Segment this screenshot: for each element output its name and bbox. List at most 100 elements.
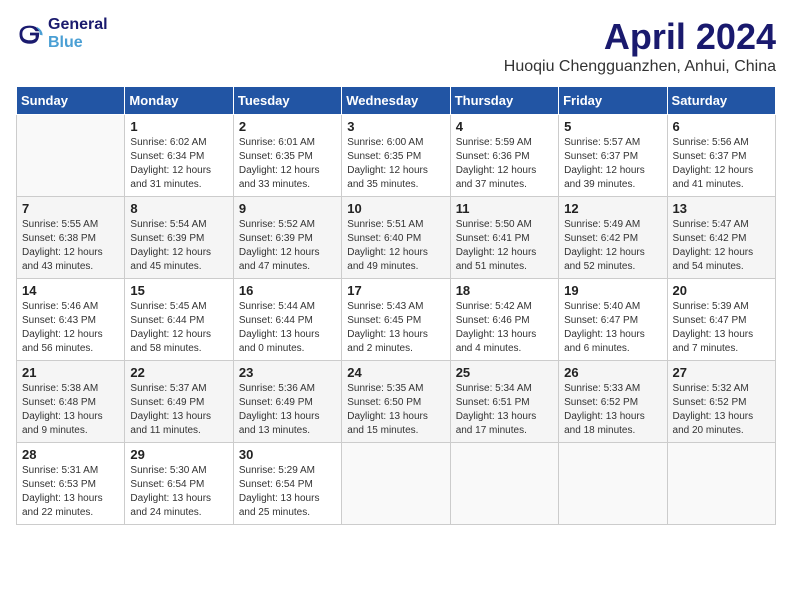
day-info: Sunrise: 5:42 AM Sunset: 6:46 PM Dayligh… (456, 300, 553, 356)
logo: General Blue (16, 16, 108, 52)
column-header-friday: Friday (559, 87, 667, 115)
title-block: April 2024 Huoqiu Chengguanzhen, Anhui, … (504, 16, 776, 76)
day-info: Sunrise: 5:31 AM Sunset: 6:53 PM Dayligh… (22, 464, 119, 520)
day-info: Sunrise: 5:29 AM Sunset: 6:54 PM Dayligh… (239, 464, 336, 520)
day-number: 21 (22, 365, 119, 380)
calendar-header-row: SundayMondayTuesdayWednesdayThursdayFrid… (17, 87, 776, 115)
calendar-cell: 20 Sunrise: 5:39 AM Sunset: 6:47 PM Dayli… (667, 279, 775, 361)
calendar-week-3: 14 Sunrise: 5:46 AM Sunset: 6:43 PM Dayli… (17, 279, 776, 361)
day-info: Sunrise: 6:01 AM Sunset: 6:35 PM Dayligh… (239, 136, 336, 192)
day-info: Sunrise: 5:49 AM Sunset: 6:42 PM Dayligh… (564, 218, 661, 274)
column-header-monday: Monday (125, 87, 233, 115)
calendar-cell: 17 Sunrise: 5:43 AM Sunset: 6:45 PM Dayli… (342, 279, 450, 361)
calendar-week-4: 21 Sunrise: 5:38 AM Sunset: 6:48 PM Dayli… (17, 361, 776, 443)
column-header-wednesday: Wednesday (342, 87, 450, 115)
calendar-cell: 10 Sunrise: 5:51 AM Sunset: 6:40 PM Dayli… (342, 197, 450, 279)
day-number: 13 (673, 201, 770, 216)
page-header: General Blue April 2024 Huoqiu Chengguan… (16, 16, 776, 76)
day-number: 27 (673, 365, 770, 380)
calendar-cell (342, 443, 450, 525)
calendar-cell: 2 Sunrise: 6:01 AM Sunset: 6:35 PM Daylig… (233, 115, 341, 197)
day-info: Sunrise: 5:43 AM Sunset: 6:45 PM Dayligh… (347, 300, 444, 356)
calendar-cell: 15Sunrise: 5:45 AM Sunset: 6:44 PM Dayli… (125, 279, 233, 361)
day-info: Sunrise: 5:52 AM Sunset: 6:39 PM Dayligh… (239, 218, 336, 274)
month-title: April 2024 (504, 16, 776, 58)
day-info: Sunrise: 5:33 AM Sunset: 6:52 PM Dayligh… (564, 382, 661, 438)
calendar-cell: 6 Sunrise: 5:56 AM Sunset: 6:37 PM Daylig… (667, 115, 775, 197)
day-info: Sunrise: 5:54 AM Sunset: 6:39 PM Dayligh… (130, 218, 227, 274)
calendar-cell (559, 443, 667, 525)
calendar-body: 1 Sunrise: 6:02 AM Sunset: 6:34 PM Daylig… (17, 115, 776, 525)
day-number: 4 (456, 119, 553, 134)
calendar-cell: 27Sunrise: 5:32 AM Sunset: 6:52 PM Dayli… (667, 361, 775, 443)
calendar-cell: 16Sunrise: 5:44 AM Sunset: 6:44 PM Dayli… (233, 279, 341, 361)
calendar-cell: 18 Sunrise: 5:42 AM Sunset: 6:46 PM Dayli… (450, 279, 558, 361)
day-number: 19 (564, 283, 661, 298)
day-info: Sunrise: 5:46 AM Sunset: 6:43 PM Dayligh… (22, 300, 119, 356)
calendar-cell: 14 Sunrise: 5:46 AM Sunset: 6:43 PM Dayli… (17, 279, 125, 361)
calendar-cell: 11 Sunrise: 5:50 AM Sunset: 6:41 PM Dayli… (450, 197, 558, 279)
day-info: Sunrise: 5:36 AM Sunset: 6:49 PM Dayligh… (239, 382, 336, 438)
day-number: 14 (22, 283, 119, 298)
logo-icon (16, 20, 44, 48)
day-info: Sunrise: 5:40 AM Sunset: 6:47 PM Dayligh… (564, 300, 661, 356)
calendar-cell: 22 Sunrise: 5:37 AM Sunset: 6:49 PM Dayli… (125, 361, 233, 443)
calendar-cell: 3 Sunrise: 6:00 AM Sunset: 6:35 PM Daylig… (342, 115, 450, 197)
day-info: Sunrise: 5:50 AM Sunset: 6:41 PM Dayligh… (456, 218, 553, 274)
calendar-cell (17, 115, 125, 197)
calendar-table: SundayMondayTuesdayWednesdayThursdayFrid… (16, 86, 776, 525)
day-number: 26 (564, 365, 661, 380)
day-info: Sunrise: 5:37 AM Sunset: 6:49 PM Dayligh… (130, 382, 227, 438)
day-number: 5 (564, 119, 661, 134)
day-number: 23 (239, 365, 336, 380)
day-info: Sunrise: 5:35 AM Sunset: 6:50 PM Dayligh… (347, 382, 444, 438)
day-number: 17 (347, 283, 444, 298)
calendar-week-5: 28 Sunrise: 5:31 AM Sunset: 6:53 PM Dayli… (17, 443, 776, 525)
calendar-cell: 13 Sunrise: 5:47 AM Sunset: 6:42 PM Dayli… (667, 197, 775, 279)
day-info: Sunrise: 5:47 AM Sunset: 6:42 PM Dayligh… (673, 218, 770, 274)
day-number: 2 (239, 119, 336, 134)
calendar-cell: 29 Sunrise: 5:30 AM Sunset: 6:54 PM Dayli… (125, 443, 233, 525)
day-info: Sunrise: 5:51 AM Sunset: 6:40 PM Dayligh… (347, 218, 444, 274)
calendar-cell: 21 Sunrise: 5:38 AM Sunset: 6:48 PM Dayli… (17, 361, 125, 443)
calendar-cell (450, 443, 558, 525)
calendar-cell: 24 Sunrise: 5:35 AM Sunset: 6:50 PM Dayli… (342, 361, 450, 443)
calendar-week-2: 7Sunrise: 5:55 AM Sunset: 6:38 PM Daylig… (17, 197, 776, 279)
day-number: 22 (130, 365, 227, 380)
day-number: 6 (673, 119, 770, 134)
day-number: 9 (239, 201, 336, 216)
calendar-cell: 8 Sunrise: 5:54 AM Sunset: 6:39 PM Daylig… (125, 197, 233, 279)
day-number: 20 (673, 283, 770, 298)
day-number: 24 (347, 365, 444, 380)
calendar-cell (667, 443, 775, 525)
calendar-cell: 5 Sunrise: 5:57 AM Sunset: 6:37 PM Daylig… (559, 115, 667, 197)
day-number: 18 (456, 283, 553, 298)
day-number: 30 (239, 447, 336, 462)
logo-text: General Blue (48, 16, 108, 52)
day-info: Sunrise: 5:38 AM Sunset: 6:48 PM Dayligh… (22, 382, 119, 438)
day-info: Sunrise: 6:00 AM Sunset: 6:35 PM Dayligh… (347, 136, 444, 192)
day-info: Sunrise: 5:45 AM Sunset: 6:44 PM Dayligh… (130, 300, 227, 356)
day-number: 10 (347, 201, 444, 216)
calendar-cell: 9 Sunrise: 5:52 AM Sunset: 6:39 PM Daylig… (233, 197, 341, 279)
day-info: Sunrise: 5:30 AM Sunset: 6:54 PM Dayligh… (130, 464, 227, 520)
location-title: Huoqiu Chengguanzhen, Anhui, China (504, 58, 776, 76)
day-info: Sunrise: 5:39 AM Sunset: 6:47 PM Dayligh… (673, 300, 770, 356)
day-number: 1 (130, 119, 227, 134)
day-number: 3 (347, 119, 444, 134)
day-info: Sunrise: 6:02 AM Sunset: 6:34 PM Dayligh… (130, 136, 227, 192)
calendar-cell: 28 Sunrise: 5:31 AM Sunset: 6:53 PM Dayli… (17, 443, 125, 525)
day-info: Sunrise: 5:57 AM Sunset: 6:37 PM Dayligh… (564, 136, 661, 192)
day-info: Sunrise: 5:59 AM Sunset: 6:36 PM Dayligh… (456, 136, 553, 192)
day-number: 11 (456, 201, 553, 216)
day-number: 8 (130, 201, 227, 216)
calendar-cell: 26 Sunrise: 5:33 AM Sunset: 6:52 PM Dayli… (559, 361, 667, 443)
day-info: Sunrise: 5:44 AM Sunset: 6:44 PM Dayligh… (239, 300, 336, 356)
calendar-week-1: 1 Sunrise: 6:02 AM Sunset: 6:34 PM Daylig… (17, 115, 776, 197)
day-number: 29 (130, 447, 227, 462)
day-info: Sunrise: 5:56 AM Sunset: 6:37 PM Dayligh… (673, 136, 770, 192)
day-number: 7 (22, 201, 119, 216)
day-number: 28 (22, 447, 119, 462)
calendar-cell: 23 Sunrise: 5:36 AM Sunset: 6:49 PM Dayli… (233, 361, 341, 443)
calendar-cell: 12Sunrise: 5:49 AM Sunset: 6:42 PM Dayli… (559, 197, 667, 279)
